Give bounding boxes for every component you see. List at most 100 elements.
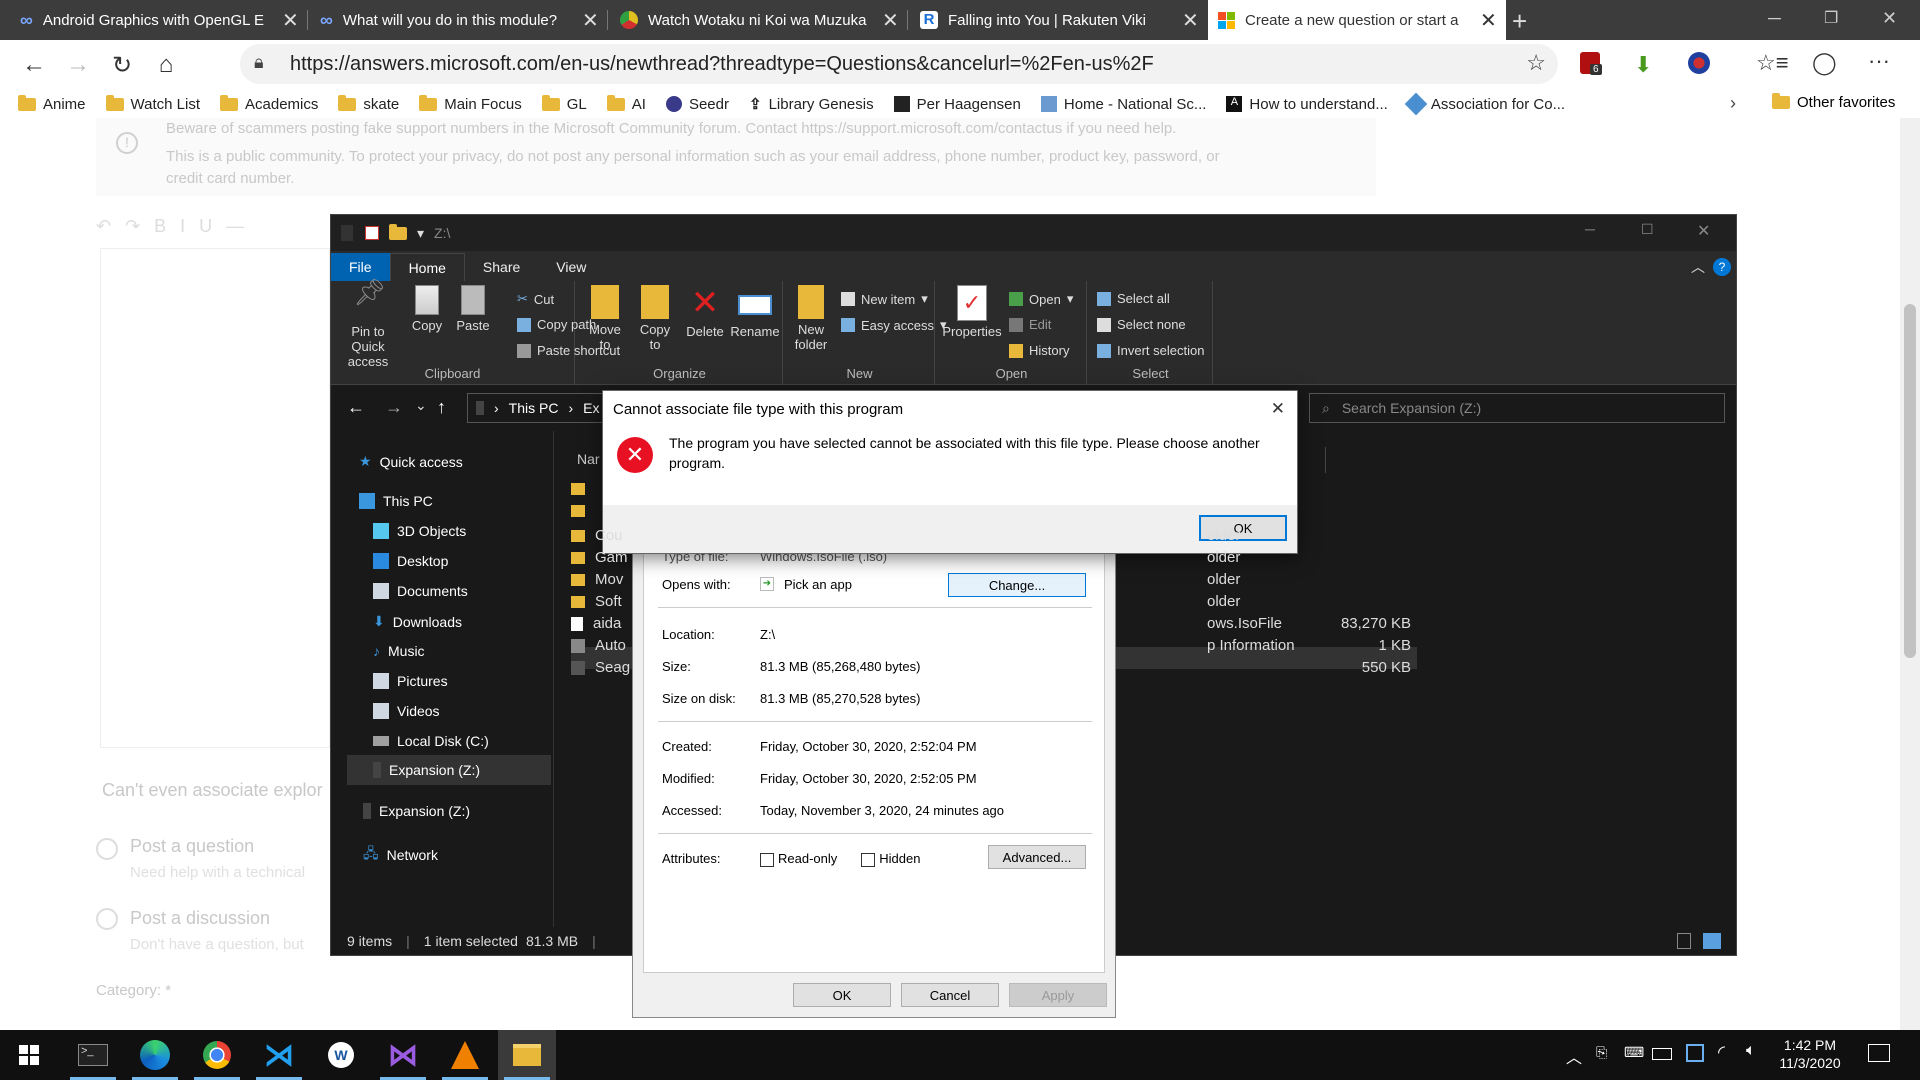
favorite-link[interactable]: Home - National Sc...	[1031, 96, 1217, 113]
extension-icon[interactable]	[1688, 52, 1710, 74]
easy-access-button[interactable]: Easy access ▾	[841, 317, 947, 333]
nav-quick-access[interactable]: ★ Quick access	[359, 453, 463, 470]
close-icon[interactable]: ✕	[1697, 221, 1710, 241]
nav-expansion[interactable]: Expansion (Z:)	[363, 803, 470, 819]
copy-to-button[interactable]: Copy to	[633, 285, 677, 352]
file-row[interactable]: Soft older	[571, 593, 1240, 610]
help-icon[interactable]: ?	[1713, 258, 1731, 276]
cut-button[interactable]: ✂ Cut	[517, 291, 554, 307]
app-tray-icon[interactable]	[1686, 1044, 1704, 1062]
editor-area[interactable]	[100, 248, 330, 748]
delete-button[interactable]: ✕ Delete	[683, 285, 727, 339]
browser-tab[interactable]: Watch Wotaku ni Koi wa Muzuka ✕	[610, 0, 908, 40]
nav-downloads[interactable]: ⬇ Downloads	[373, 613, 462, 630]
writer-app[interactable]: W	[312, 1030, 370, 1080]
terminal-app[interactable]: >_	[64, 1030, 122, 1080]
vscode-app[interactable]: ⋊	[250, 1030, 308, 1080]
favorite-link[interactable]: Association for Co...	[1398, 92, 1575, 116]
clock[interactable]: 1:42 PM 11/3/2020	[1770, 1036, 1850, 1072]
close-tab-icon[interactable]: ✕	[882, 8, 899, 33]
notifications-icon[interactable]	[1868, 1044, 1890, 1062]
edit-button[interactable]: Edit	[1009, 317, 1051, 332]
home-icon[interactable]: ⌂	[144, 45, 188, 85]
properties-quick-icon[interactable]	[365, 226, 379, 240]
select-none-button[interactable]: Select none	[1097, 317, 1186, 332]
tab-view[interactable]: View	[538, 253, 604, 281]
favorite-link[interactable]: ⇪ Library Genesis	[739, 95, 884, 114]
nav-network[interactable]: 🖧︎ Network	[363, 843, 438, 867]
file-row[interactable]	[571, 483, 595, 495]
ublock-extension-icon[interactable]: 6	[1580, 52, 1602, 75]
back-icon[interactable]: ←	[12, 45, 56, 85]
ok-button[interactable]: OK	[793, 983, 891, 1007]
file-row[interactable]: Auto p Information 1 KB	[571, 637, 1411, 654]
battery-icon[interactable]	[1652, 1048, 1672, 1060]
maximize-icon[interactable]: ☐	[1641, 221, 1654, 238]
new-tab-button[interactable]: +	[1512, 6, 1527, 37]
start-button[interactable]	[0, 1030, 58, 1080]
advanced-button[interactable]: Advanced...	[988, 845, 1086, 869]
file-row[interactable]: aida ows.IsoFile 83,270 KB	[571, 615, 1411, 632]
download-extension-icon[interactable]: ⬇	[1634, 52, 1652, 78]
favorite-folder[interactable]: Main Focus	[409, 94, 532, 113]
other-favorites[interactable]: Other favorites	[1772, 93, 1895, 111]
chrome-app[interactable]	[188, 1030, 246, 1080]
profile-icon[interactable]: ◯	[1812, 50, 1837, 76]
vlc-app[interactable]	[436, 1030, 494, 1080]
new-folder-button[interactable]: New folder	[789, 285, 833, 352]
close-window-icon[interactable]: ✕	[1882, 8, 1897, 29]
read-only-checkbox[interactable]: Read-only	[760, 851, 837, 867]
close-tab-icon[interactable]: ✕	[1480, 8, 1497, 33]
nav-videos[interactable]: Videos	[373, 703, 440, 719]
edge-app[interactable]	[126, 1030, 184, 1080]
customize-dropdown-icon[interactable]: ▾	[417, 225, 424, 242]
file-row[interactable]: Cou older	[571, 527, 1240, 544]
large-icons-view-icon[interactable]	[1703, 933, 1721, 949]
up-icon[interactable]: ↑	[437, 397, 446, 418]
favorite-link[interactable]: A How to understand...	[1216, 96, 1397, 113]
address-bar[interactable]: 🔒︎ https://answers.microsoft.com/en-us/n…	[240, 44, 1558, 84]
history-button[interactable]: History	[1009, 343, 1069, 358]
recent-dropdown-icon[interactable]: ⌄	[415, 397, 427, 414]
open-button[interactable]: Open ▾	[1009, 291, 1073, 307]
name-column-header[interactable]: Nar	[577, 451, 600, 467]
close-tab-icon[interactable]: ✕	[1182, 8, 1199, 33]
file-row[interactable]: Seag 550 KB	[571, 659, 1411, 676]
scrollbar-thumb[interactable]	[1904, 304, 1916, 658]
new-item-button[interactable]: New item ▾	[841, 291, 928, 307]
favorite-folder[interactable]: GL	[532, 94, 597, 113]
select-all-button[interactable]: Select all	[1097, 291, 1170, 306]
volume-icon[interactable]: 🔈︎	[1746, 1042, 1756, 1060]
more-menu-icon[interactable]: ···	[1868, 48, 1890, 74]
nav-this-pc[interactable]: This PC	[359, 493, 433, 509]
nav-local-disk[interactable]: Local Disk (C:)	[373, 733, 489, 749]
collapse-ribbon-icon[interactable]: ︿	[1691, 257, 1705, 277]
browser-tab-active[interactable]: Create a new question or start a ✕	[1208, 0, 1506, 40]
invert-selection-button[interactable]: Invert selection	[1097, 343, 1204, 358]
favorite-link[interactable]: Per Haagensen	[884, 96, 1031, 113]
search-box[interactable]: ⌕ Search Expansion (Z:)	[1309, 393, 1725, 423]
favorite-folder[interactable]: Anime	[0, 94, 96, 113]
change-button[interactable]: Change...	[948, 573, 1086, 597]
tab-share[interactable]: Share	[465, 253, 538, 281]
nav-expansion-selected[interactable]: Expansion (Z:)	[347, 755, 551, 785]
browser-tab[interactable]: R Falling into You | Rakuten Viki ✕	[910, 0, 1208, 40]
question-radio[interactable]	[96, 838, 118, 860]
details-view-icon[interactable]	[1677, 933, 1691, 949]
browser-tab[interactable]: ∞ Android Graphics with OpenGL E ✕	[10, 0, 308, 40]
browser-tab[interactable]: ∞ What will you do in this module? ✕	[310, 0, 608, 40]
minimize-icon[interactable]: ─	[1585, 221, 1595, 237]
nav-music[interactable]: ♪ Music	[373, 643, 425, 659]
file-row[interactable]: Mov older	[571, 571, 1240, 588]
cancel-button[interactable]: Cancel	[901, 983, 999, 1007]
favorite-link[interactable]: Seedr	[656, 96, 739, 113]
forward-icon[interactable]: →	[385, 397, 403, 418]
restore-window-icon[interactable]: ❐	[1824, 8, 1838, 28]
visual-studio-app[interactable]: ⋈	[374, 1030, 432, 1080]
favorite-star-icon[interactable]: ☆	[1526, 50, 1546, 76]
file-explorer-app[interactable]	[498, 1030, 556, 1080]
folder-quick-icon[interactable]	[389, 223, 407, 240]
back-icon[interactable]: ←	[347, 397, 365, 418]
close-tab-icon[interactable]: ✕	[282, 8, 299, 33]
close-tab-icon[interactable]: ✕	[582, 8, 599, 33]
